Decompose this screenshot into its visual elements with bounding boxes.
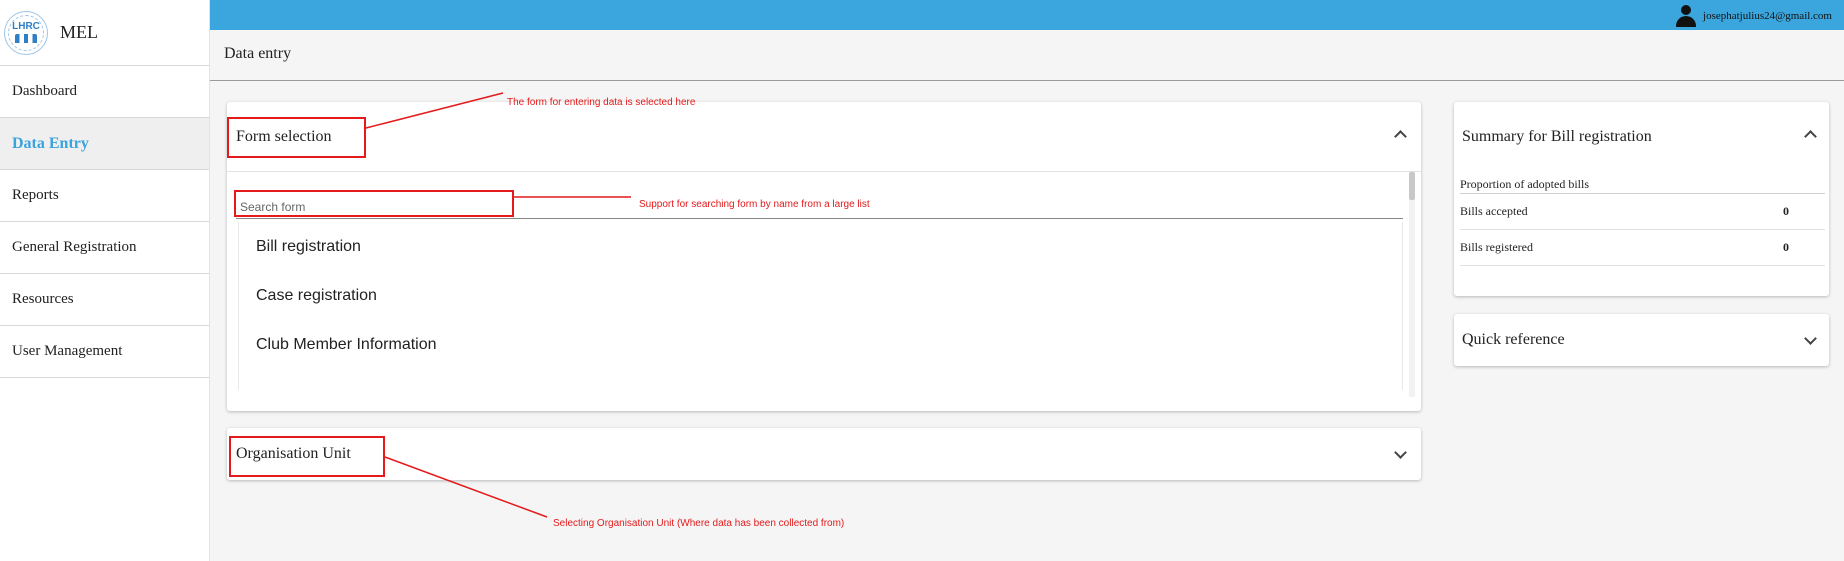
form-selection-card: Form selection Bill registration Case re… [227, 102, 1421, 411]
sidebar-item-data-entry[interactable]: Data Entry [0, 118, 209, 170]
chevron-up-icon[interactable] [1804, 130, 1817, 143]
list-item[interactable]: Bill registration [239, 222, 1402, 271]
summary-row-value: 0 [1783, 204, 1789, 218]
list-item[interactable]: Club Member Information [239, 320, 1402, 369]
summary-card: Summary for Bill registration Proportion… [1454, 102, 1829, 296]
annotation-box-organisation-unit [229, 436, 385, 477]
sidebar-item-reports[interactable]: Reports [0, 170, 209, 222]
brand: LHRC MEL [0, 0, 209, 66]
annotation-form-selection: The form for entering data is selected h… [507, 97, 696, 108]
scrollbar-thumb[interactable] [1409, 172, 1415, 200]
summary-row-label: Bills accepted [1460, 204, 1528, 218]
logo-figures-icon [15, 34, 37, 43]
summary-table: Proportion of adopted bills Bills accept… [1460, 170, 1825, 295]
annotation-box-form-selection [227, 117, 366, 158]
app-name: MEL [60, 22, 98, 42]
chevron-up-icon[interactable] [1394, 130, 1407, 143]
summary-title[interactable]: Summary for Bill registration [1462, 128, 1652, 146]
lhrc-logo[interactable]: LHRC [4, 10, 48, 55]
user-email[interactable]: josephatjulius24@gmail.com [1703, 10, 1832, 22]
sidebar-item-dashboard[interactable]: Dashboard [0, 66, 209, 118]
summary-row-label: Bills registered [1460, 240, 1533, 254]
page-title: Data entry [224, 45, 292, 62]
summary-row: Bills accepted 0 [1460, 194, 1825, 230]
top-bar: josephatjulius24@gmail.com [210, 0, 1844, 30]
page-header: Data entry [210, 30, 1844, 81]
quick-reference-card[interactable]: Quick reference [1454, 314, 1829, 366]
list-item[interactable]: Case registration [239, 271, 1402, 320]
annotation-search: Support for searching form by name from … [639, 199, 870, 210]
summary-section-label: Proportion of adopted bills [1460, 170, 1825, 194]
logo-text: LHRC [12, 21, 40, 32]
sidebar: LHRC MEL Dashboard Data Entry Reports Ge… [0, 0, 210, 561]
sidebar-item-resources[interactable]: Resources [0, 274, 209, 326]
user-menu[interactable]: josephatjulius24@gmail.com [1675, 5, 1832, 27]
form-list: Bill registration Case registration Club… [238, 222, 1403, 390]
divider [227, 171, 1421, 172]
annotation-organisation-unit: Selecting Organisation Unit (Where data … [553, 518, 845, 529]
form-list-scrollbar[interactable] [1409, 172, 1415, 397]
sidebar-item-general-registration[interactable]: General Registration [0, 222, 209, 274]
organisation-unit-card[interactable]: Organisation Unit [227, 428, 1421, 480]
annotation-box-search [234, 190, 514, 217]
chevron-down-icon[interactable] [1804, 332, 1817, 345]
sidebar-item-user-management[interactable]: User Management [0, 326, 209, 378]
user-icon[interactable] [1675, 5, 1697, 27]
chevron-down-icon[interactable] [1394, 446, 1407, 459]
quick-reference-title[interactable]: Quick reference [1462, 331, 1565, 349]
summary-row-value: 0 [1783, 240, 1789, 254]
summary-row: Bills registered 0 [1460, 230, 1825, 266]
